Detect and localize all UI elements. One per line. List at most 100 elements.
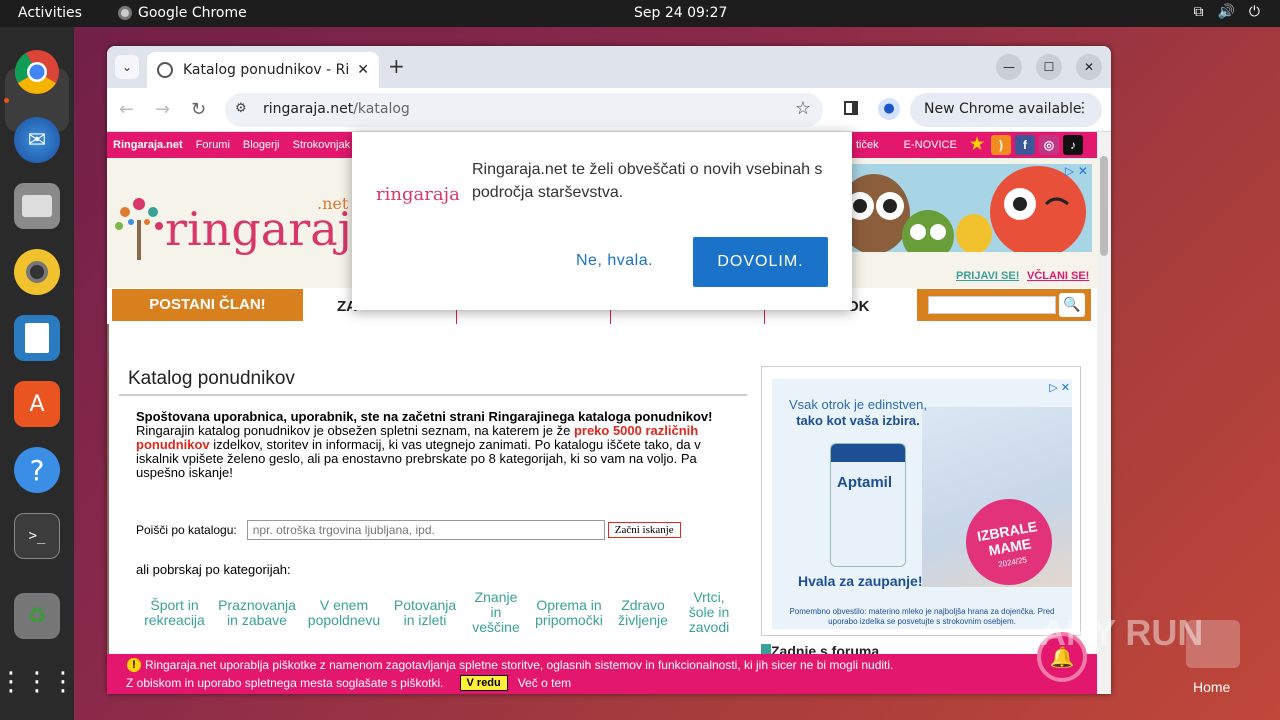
category-vrtci[interactable]: Vrtci, šole in zavodi	[676, 590, 742, 635]
site-favicon-icon	[157, 62, 173, 78]
close-window-button[interactable]: ✕	[1076, 54, 1102, 80]
logo-tree-icon	[115, 198, 163, 260]
rss-icon[interactable]: )	[991, 135, 1011, 155]
categories-label: ali pobrskaj po kategorijah:	[136, 562, 291, 577]
site-search-input[interactable]	[928, 296, 1056, 314]
minimize-button[interactable]: —	[996, 54, 1022, 80]
profile-icon[interactable]: ●	[878, 98, 900, 120]
terminal-icon[interactable]: >_	[14, 513, 60, 559]
cookie-ok-button[interactable]: V redu	[459, 675, 508, 691]
aptamil-ad[interactable]: Vsak otrok je edinstven, tako kot vaša iz…	[772, 379, 1072, 629]
ad-choices-close-icon[interactable]: ▷ ✕	[1049, 381, 1070, 394]
category-znanje[interactable]: Znanje in veščine	[464, 590, 528, 635]
files-icon[interactable]	[14, 183, 60, 229]
site-search: 🔍	[917, 289, 1091, 321]
page-title: Katalog ponudnikov	[119, 368, 747, 396]
browser-toolbar: ← → ↻ ⚙ ringaraja.net/katalog ☆ ● New Ch…	[107, 88, 1111, 132]
facebook-icon[interactable]: f	[1015, 135, 1035, 155]
become-member-button[interactable]: POSTANI ČLAN!	[112, 289, 303, 321]
nav-ticek[interactable]: tiček	[856, 139, 879, 151]
nav-strokovnjak[interactable]: Strokovnjak	[293, 139, 350, 151]
catalog-content: Katalog ponudnikov Spoštovana uporabnica…	[119, 368, 747, 635]
nav-blogerji[interactable]: Blogerji	[243, 139, 280, 151]
login-link[interactable]: PRIJAVI SE!	[956, 270, 1019, 282]
instagram-icon[interactable]: ◎	[1039, 135, 1059, 155]
deny-button[interactable]: Ne, hvala.	[576, 252, 653, 270]
cookie-bar: ! Ringaraja.net uporablja piškotke z nam…	[107, 654, 1097, 694]
writer-icon[interactable]	[14, 315, 60, 361]
product-box: Aptamil	[830, 443, 906, 567]
side-panel-icon[interactable]	[844, 101, 858, 115]
anyrun-watermark: ANY RUN	[1040, 612, 1204, 653]
category-sport[interactable]: Šport in rekreacija	[137, 598, 212, 635]
cookie-more-link[interactable]: Več o tem	[518, 676, 571, 690]
app-name: Google Chrome	[138, 5, 247, 21]
top-bar: Activities Google Chrome Sep 24 09:27 ⧉ …	[0, 0, 1280, 27]
tiktok-icon[interactable]: ♪	[1063, 135, 1083, 155]
page-border	[107, 324, 109, 694]
clock[interactable]: Sep 24 09:27	[634, 5, 727, 21]
back-icon[interactable]: ←	[119, 99, 134, 120]
search-icon[interactable]: 🔍	[1059, 293, 1085, 317]
sidebar-ad[interactable]: Vsak otrok je edinstven, tako kot vaša iz…	[761, 366, 1081, 636]
activities-button[interactable]: Activities	[18, 5, 82, 21]
category-list: Šport in rekreacija Praznovanja in zabave …	[137, 590, 747, 635]
help-icon[interactable]: ?	[14, 447, 60, 493]
cookie-text-1: Ringaraja.net uporablja piškotke z namen…	[145, 658, 894, 672]
popup-message: Ringaraja.net te želi obveščati o novih …	[472, 161, 823, 201]
trash-icon[interactable]: ♻	[14, 593, 60, 639]
menu-dots-icon: ⋮	[1076, 100, 1090, 116]
popup-logo: ringaraja	[376, 184, 460, 205]
category-zdravo-zivljenje[interactable]: Zdravo življenje	[610, 598, 676, 635]
star-icon[interactable]: ★	[967, 135, 987, 155]
notification-popup: ringaraja Ringaraja.net te želi obveščat…	[352, 132, 852, 310]
category-oprema[interactable]: Oprema in pripomočki	[528, 598, 610, 635]
site-logo-net: .net	[317, 194, 349, 213]
app-menu[interactable]: Google Chrome	[118, 5, 247, 21]
nav-ringaraja[interactable]: Ringaraja.net	[113, 139, 183, 151]
product-name: Aptamil	[837, 474, 893, 491]
tab-search-button[interactable]: ⌄	[115, 55, 139, 79]
chrome-update-button[interactable]: New Chrome available ⋮	[910, 93, 1102, 127]
network-icon: ⧉	[1193, 4, 1204, 20]
catalog-search-input[interactable]: npr. otroška trgovina ljubljana, ipd.	[246, 520, 605, 540]
system-tray[interactable]: ⧉ 🔊 ⏻	[1193, 4, 1260, 20]
active-tab[interactable]: Katalog ponudnikov - Ringaraja.net ✕	[147, 52, 379, 88]
catalog-search-button[interactable]: Začni iskanje	[607, 522, 681, 538]
intro-heading: Spoštovana uporabnica, uporabnik, ste na…	[136, 409, 713, 424]
header-ad-banner[interactable]: ▷ ✕	[824, 164, 1092, 252]
category-potovanja[interactable]: Potovanja in izleti	[386, 598, 464, 635]
running-indicator	[4, 98, 9, 103]
category-v-enem-popoldnevu[interactable]: V enem popoldnevu	[302, 598, 386, 635]
url-text[interactable]: ringaraja.net/katalog	[263, 101, 410, 117]
bookmark-star-icon[interactable]: ☆	[795, 98, 811, 119]
register-link[interactable]: VČLANI SE!	[1027, 270, 1089, 282]
page-scrollbar[interactable]	[1097, 132, 1111, 694]
maximize-button[interactable]: ☐	[1036, 54, 1062, 80]
catalog-search-label: Poišči po katalogu:	[136, 523, 237, 537]
ad-headline: Vsak otrok je edinstven, tako kot vaša iz…	[788, 397, 928, 428]
site-info-icon[interactable]: ⚙	[235, 101, 247, 116]
chrome-icon[interactable]	[14, 49, 60, 95]
power-icon: ⏻	[1248, 4, 1260, 20]
tab-title: Katalog ponudnikov - Ringaraja.net	[183, 62, 350, 78]
reload-icon[interactable]: ↻	[191, 99, 206, 120]
forward-icon[interactable]: →	[155, 99, 170, 120]
category-praznovanja[interactable]: Praznovanja in zabave	[212, 598, 302, 635]
new-tab-button[interactable]: +	[388, 54, 405, 78]
apps-grid-icon[interactable]: ⋮⋮⋮	[0, 659, 76, 705]
software-icon[interactable]: A	[14, 381, 60, 427]
scrollbar-thumb[interactable]	[1100, 156, 1108, 256]
rhythmbox-icon[interactable]	[14, 249, 60, 295]
nav-enovice[interactable]: E-NOVICE	[904, 139, 957, 151]
nav-forumi[interactable]: Forumi	[196, 139, 230, 151]
tab-close-icon[interactable]: ✕	[357, 62, 369, 78]
thunderbird-icon[interactable]: ✉	[14, 117, 60, 163]
home-folder-icon[interactable]	[1186, 620, 1240, 668]
home-label[interactable]: Home	[1193, 679, 1230, 695]
allow-button[interactable]: DOVOLIM.	[693, 237, 828, 287]
social-links: ★ ) f ◎ ♪	[967, 135, 1083, 155]
ad-close-icon[interactable]: ▷ ✕	[1065, 164, 1088, 178]
tab-strip: ⌄ Katalog ponudnikov - Ringaraja.net ✕ +…	[107, 46, 1111, 88]
address-bar[interactable]: ⚙ ringaraja.net/katalog ☆	[225, 93, 823, 127]
